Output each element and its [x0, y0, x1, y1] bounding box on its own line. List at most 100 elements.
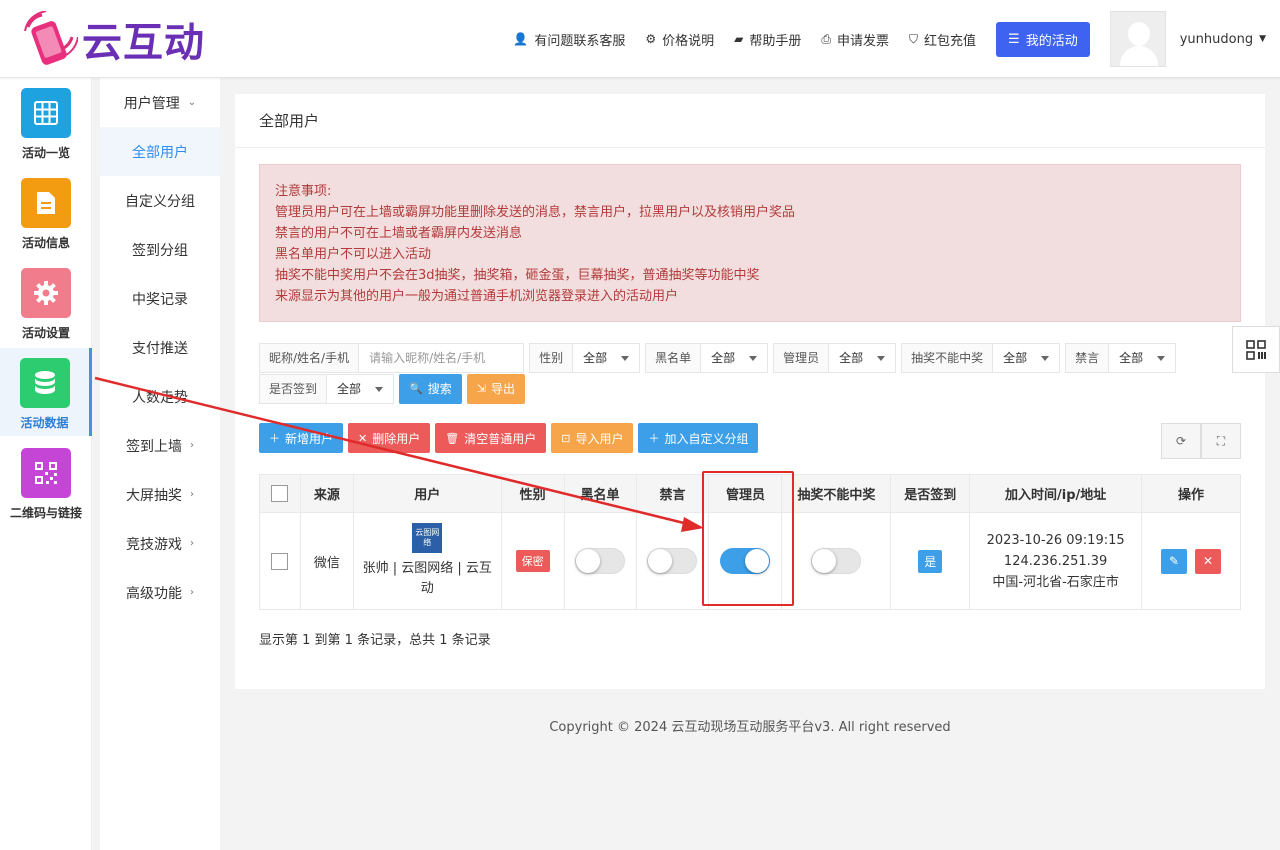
- page-title: 全部用户: [235, 94, 1265, 148]
- subnav-signin-wall[interactable]: 签到上墙 ›: [100, 421, 220, 470]
- subnav-prize-records[interactable]: 中奖记录: [100, 274, 220, 323]
- admin-toggle[interactable]: [720, 548, 771, 574]
- column-header[interactable]: 黑名单: [563, 474, 637, 513]
- button-label: 导入用户: [575, 431, 624, 446]
- filter-blacklist: 黑名单 全部: [645, 342, 769, 373]
- chevron-down-icon: ⌄: [187, 97, 197, 108]
- subnav-custom-groups[interactable]: 自定义分组: [100, 176, 220, 225]
- filter-admin: 管理员 全部: [773, 342, 897, 373]
- rail-item-activity-settings[interactable]: 活动设置: [0, 258, 92, 346]
- import-user-button[interactable]: ⊡ 导入用户: [551, 423, 634, 453]
- clear-users-button[interactable]: 🗑 清空普通用户: [435, 423, 547, 453]
- column-header[interactable]: 是否签到: [890, 474, 971, 513]
- chevron-right-icon: ›: [190, 489, 194, 500]
- button-label: 删除用户: [372, 431, 421, 446]
- select-value: 全部: [711, 350, 736, 365]
- chevron-right-icon: ›: [190, 440, 194, 451]
- select-all-checkbox[interactable]: [271, 485, 289, 502]
- caret-down-icon: [375, 386, 384, 392]
- logo[interactable]: 云互动: [22, 10, 205, 68]
- add-group-button[interactable]: ＋ 加入自定义分组: [638, 423, 759, 453]
- mute-cell: [635, 512, 710, 610]
- user-cell: 云图网络 张帅 | 云图网络 | 云互动: [352, 512, 502, 610]
- row-checkbox[interactable]: [271, 552, 289, 570]
- no-prize-toggle[interactable]: [811, 548, 862, 574]
- name-search-input[interactable]: 请输入昵称/姓名/手机: [358, 342, 525, 373]
- chevron-right-icon: ›: [190, 538, 194, 549]
- subnav-games[interactable]: 竞技游戏 ›: [100, 519, 220, 568]
- nav-invoice[interactable]: ⎙ 申请发票: [821, 30, 889, 49]
- column-header[interactable]: 禁言: [635, 474, 710, 513]
- caret-down-icon[interactable]: ▼: [1259, 34, 1266, 44]
- table-row: 微信 云图网络 张帅 | 云图网络 | 云互动 保密 是 2023-10-26 …: [259, 512, 1241, 610]
- column-header[interactable]: 加入时间/ip/地址: [969, 474, 1143, 513]
- gender-select[interactable]: 全部: [572, 342, 641, 373]
- actions-cell: ✎ ✕: [1141, 512, 1241, 610]
- rail-item-activity-data[interactable]: 活动数据: [0, 348, 92, 436]
- subnav-user-trend[interactable]: 人数走势: [100, 372, 220, 421]
- caret-down-icon: [749, 355, 758, 361]
- admin-select[interactable]: 全部: [828, 342, 897, 373]
- nav-recharge[interactable]: ⛉ 红包充值: [909, 30, 976, 49]
- subnav-label: 竞技游戏: [126, 536, 182, 553]
- signed-badge: 是: [918, 549, 943, 573]
- notice-line: 管理员用户可在上墙或霸屏功能里删除发送的消息，禁言用户，拉黑用户以及核销用户奖品: [275, 205, 796, 220]
- mute-toggle[interactable]: [647, 548, 698, 574]
- filter-mute: 禁言 全部: [1065, 342, 1177, 373]
- filter-signed: 是否签到 全部: [259, 373, 395, 404]
- rail-label: 二维码与链接: [9, 506, 82, 520]
- my-activity-button[interactable]: ☰ 我的活动: [996, 21, 1090, 57]
- export-button[interactable]: ⇲ 导出: [466, 373, 525, 404]
- subnav-signin-groups[interactable]: 签到分组: [100, 225, 220, 274]
- signed-select[interactable]: 全部: [326, 373, 395, 404]
- button-label: 清空普通用户: [464, 431, 537, 446]
- subnav-all-users[interactable]: 全部用户: [100, 127, 220, 176]
- source-cell: 微信: [299, 512, 354, 610]
- no-prize-select[interactable]: 全部: [992, 342, 1061, 373]
- nav-contact-support[interactable]: 👤 有问题联系客服: [513, 30, 625, 49]
- avatar[interactable]: [1109, 11, 1166, 67]
- nav-label: 有问题联系客服: [534, 33, 626, 49]
- column-header[interactable]: 用户: [352, 474, 502, 513]
- search-button[interactable]: 🔍 搜索: [399, 373, 462, 404]
- notice-line: 黑名单用户不可以进入活动: [275, 247, 432, 262]
- mute-select[interactable]: 全部: [1108, 342, 1177, 373]
- column-header[interactable]: 管理员: [708, 474, 783, 513]
- table-tools: ⟳ ⛶: [1161, 423, 1241, 459]
- subnav-payment-push[interactable]: 支付推送: [100, 323, 220, 372]
- rail-label: 活动一览: [21, 146, 70, 160]
- subnav-advanced[interactable]: 高级功能 ›: [100, 568, 220, 617]
- subnav-user-management[interactable]: 用户管理 ⌄: [100, 78, 220, 127]
- rail-item-qrcode[interactable]: 二维码与链接: [0, 438, 92, 526]
- edit-icon[interactable]: ✎: [1161, 548, 1188, 574]
- qr-scan-icon[interactable]: [1232, 326, 1280, 373]
- rail-item-activity-list[interactable]: 活动一览: [0, 78, 92, 166]
- blacklist-toggle[interactable]: [575, 548, 626, 574]
- column-header[interactable]: 来源: [299, 474, 354, 513]
- column-header[interactable]: 抽奖不能中奖: [781, 474, 892, 513]
- my-activity-label: 我的活动: [1025, 33, 1078, 49]
- add-user-button[interactable]: ＋ 新增用户: [259, 423, 344, 453]
- delete-icon[interactable]: ✕: [1195, 548, 1222, 574]
- nav-pricing[interactable]: ⚙ 价格说明: [645, 30, 714, 49]
- username[interactable]: yunhudong: [1180, 32, 1253, 47]
- refresh-icon[interactable]: ⟳: [1161, 423, 1201, 459]
- notice-line: 抽奖不能中奖用户不会在3d抽奖，抽奖箱，砸金蛋，巨幕抽奖，普通抽奖等功能中奖: [275, 268, 760, 283]
- nav-label: 申请发票: [837, 33, 890, 49]
- list-icon: ☰: [1008, 31, 1020, 47]
- grid-icon: [21, 88, 71, 138]
- button-label: 加入自定义分组: [664, 431, 749, 446]
- delete-user-button[interactable]: ✕ 删除用户: [348, 423, 431, 453]
- blacklist-select[interactable]: 全部: [700, 342, 769, 373]
- fullscreen-icon[interactable]: ⛶: [1201, 423, 1241, 459]
- filter-label: 禁言: [1065, 342, 1109, 373]
- column-header[interactable]: 性别: [500, 474, 565, 513]
- rail-item-activity-info[interactable]: 活动信息: [0, 168, 92, 256]
- export-icon: ⇲: [476, 383, 486, 395]
- subnav-screen-lottery[interactable]: 大屏抽奖 ›: [100, 470, 220, 519]
- row-select-cell: [259, 512, 301, 610]
- subnav-label: 签到分组: [132, 242, 188, 259]
- notice-line: 注意事项:: [275, 184, 332, 199]
- nav-help[interactable]: ▰ 帮助手册: [734, 30, 801, 49]
- filter-label: 昵称/姓名/手机: [259, 342, 359, 373]
